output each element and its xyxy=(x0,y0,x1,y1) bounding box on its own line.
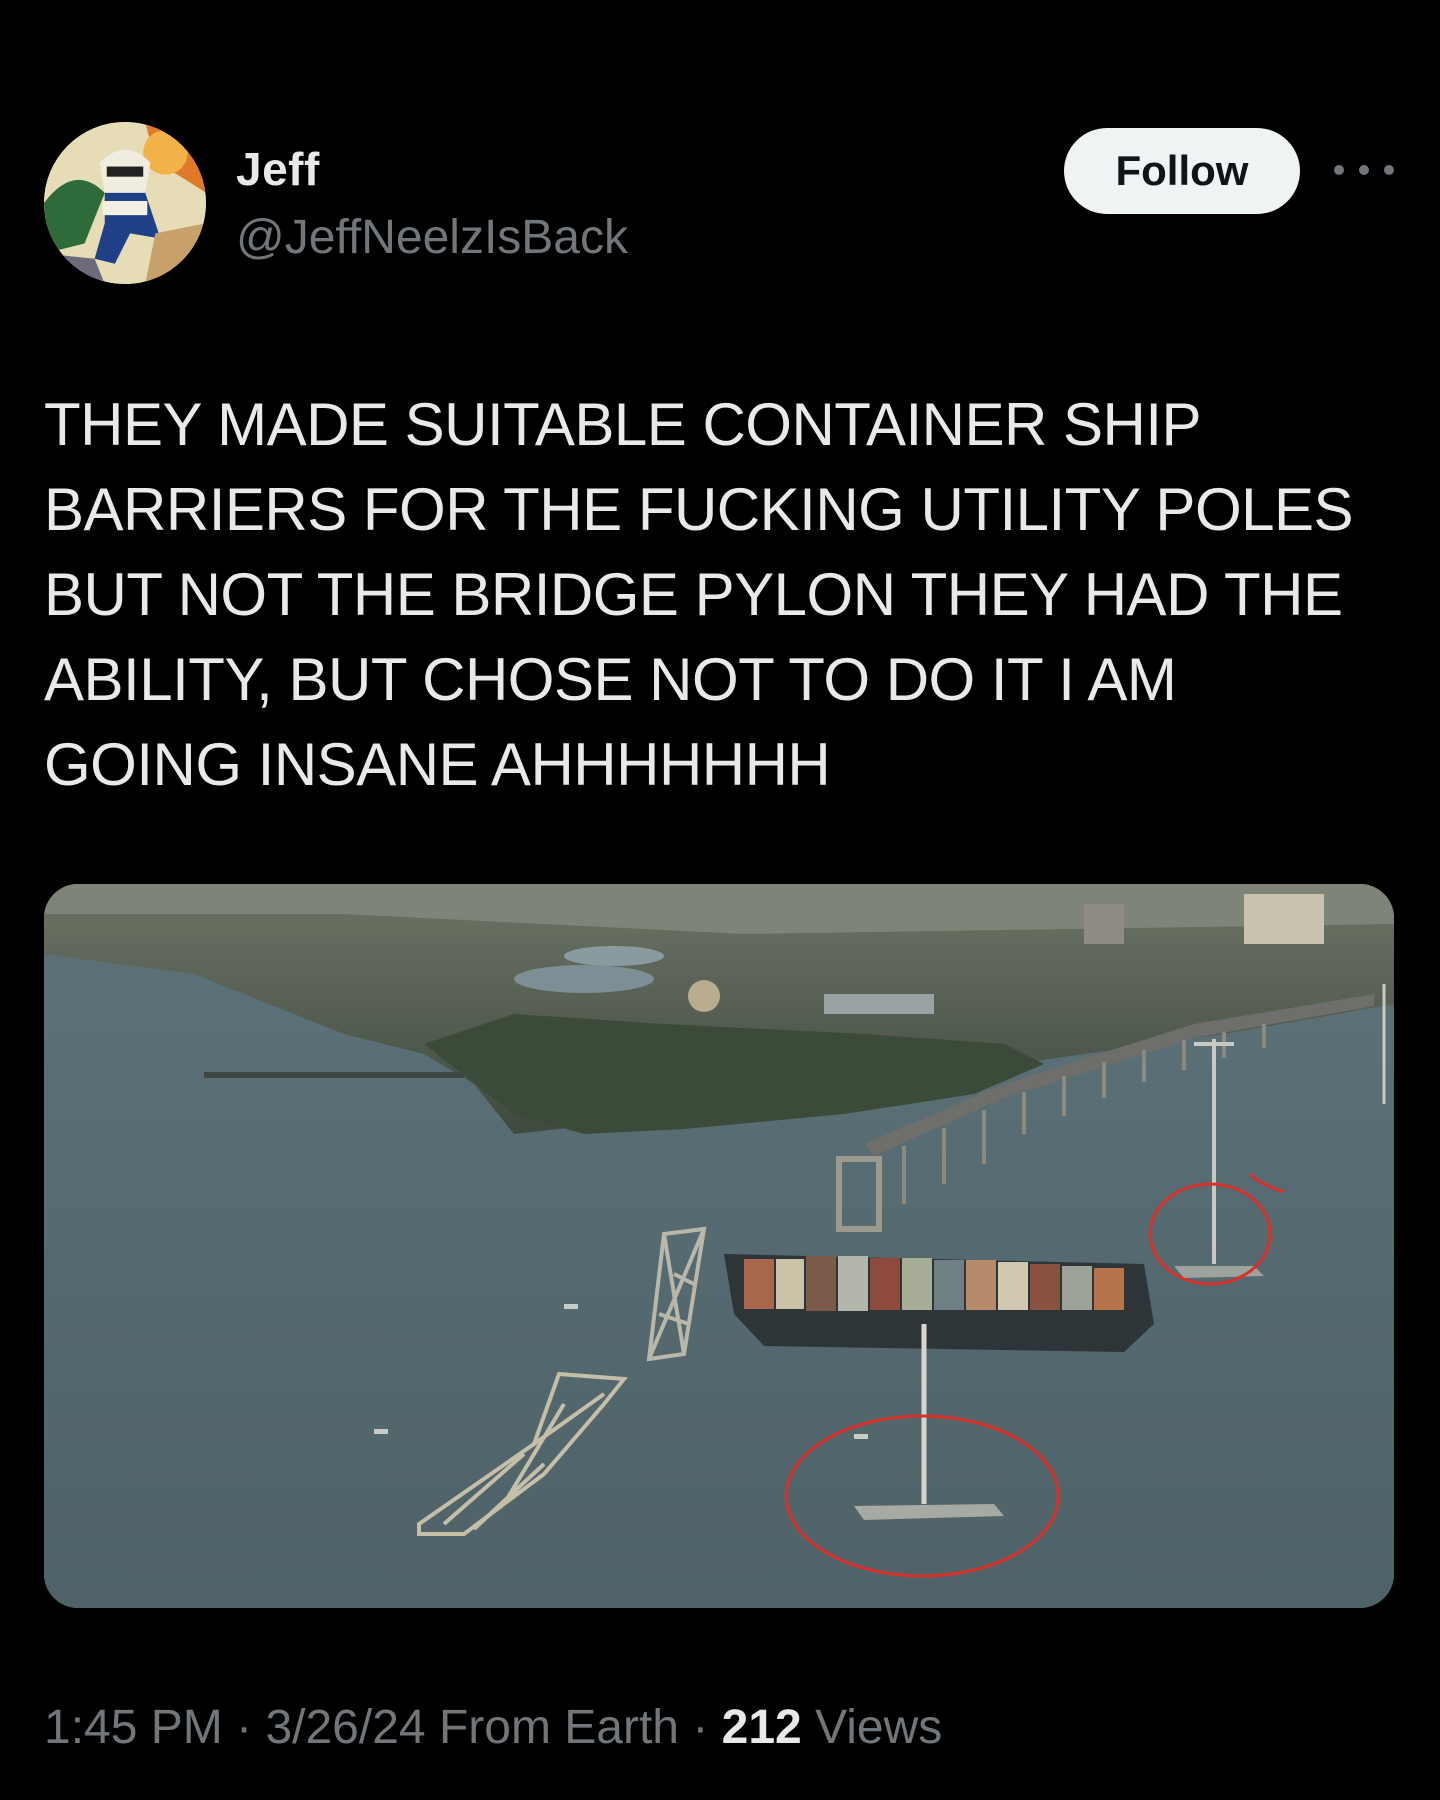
tweet-time[interactable]: 1:45 PM xyxy=(44,1701,223,1754)
tweet: Jeff @JeffNeelzIsBack Follow THEY MADE S… xyxy=(0,0,1440,1800)
tweet-media-photo[interactable] xyxy=(44,884,1394,1608)
avatar-image xyxy=(44,122,206,284)
more-horizontal-icon-dot xyxy=(1359,165,1369,175)
author-handle[interactable]: @JeffNeelzIsBack xyxy=(236,210,628,265)
tweet-meta: 1:45 PM · 3/26/24 From Earth · 212 Views xyxy=(44,1700,942,1755)
bridge-collapse-photo xyxy=(44,884,1394,1608)
follow-button[interactable]: Follow xyxy=(1064,128,1300,214)
tweet-source: From Earth xyxy=(438,1701,679,1754)
more-horizontal-icon-dot xyxy=(1384,165,1394,175)
meta-separator: · xyxy=(236,1701,253,1754)
more-options-button[interactable] xyxy=(1334,148,1394,192)
author-avatar[interactable] xyxy=(44,122,206,284)
views-label[interactable]: Views xyxy=(815,1701,942,1754)
author-display-name[interactable]: Jeff xyxy=(236,142,320,196)
meta-separator: · xyxy=(692,1701,709,1754)
views-count[interactable]: 212 xyxy=(722,1701,802,1754)
tweet-date[interactable]: 3/26/24 xyxy=(265,1701,425,1754)
more-horizontal-icon xyxy=(1334,165,1344,175)
tweet-text: THEY MADE SUITABLE CONTAINER SHIP BARRIE… xyxy=(44,391,1354,798)
